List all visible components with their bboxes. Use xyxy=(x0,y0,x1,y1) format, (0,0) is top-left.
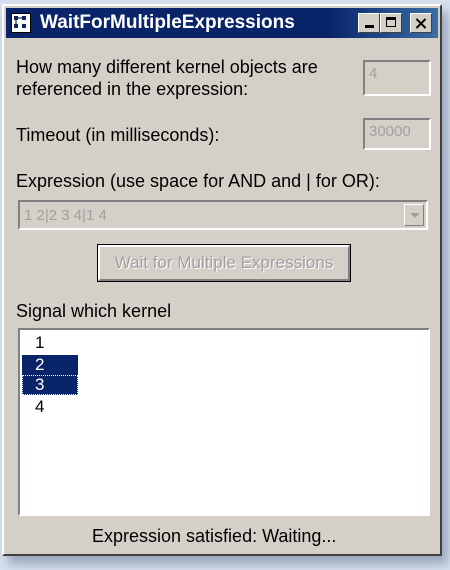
expression-combobox[interactable]: 1 2|2 3 4|1 4 xyxy=(18,200,428,230)
signal-kernel-listbox[interactable]: 1 2 3 4 xyxy=(18,328,430,516)
expression-label: Expression (use space for AND and | for … xyxy=(16,171,380,191)
kernel-count-field[interactable]: 4 xyxy=(363,60,431,96)
maximize-button[interactable] xyxy=(380,13,402,33)
dialog-window: WaitForMultipleExpressions How many diff… xyxy=(2,4,442,556)
window-title: WaitForMultipleExpressions xyxy=(40,12,295,33)
timeout-field[interactable]: 30000 xyxy=(363,118,431,150)
list-item[interactable]: 2 xyxy=(22,355,78,375)
list-item[interactable]: 3 xyxy=(22,375,78,395)
timeout-label: Timeout (in milliseconds): xyxy=(16,125,220,145)
minimize-button[interactable] xyxy=(358,13,380,33)
chevron-down-icon[interactable] xyxy=(404,204,424,226)
app-icon xyxy=(11,13,31,33)
title-bar[interactable]: WaitForMultipleExpressions xyxy=(6,8,438,38)
list-item[interactable]: 1 xyxy=(22,333,78,353)
wait-for-multiple-expressions-button[interactable]: Wait for Multiple Expressions xyxy=(97,244,351,282)
kernel-count-label-line1: How many different kernel objects are xyxy=(16,57,318,77)
list-item[interactable]: 4 xyxy=(22,397,78,417)
close-button[interactable] xyxy=(410,13,432,33)
signal-label: Signal which kernel xyxy=(16,301,172,321)
wait-button-label: Wait for Multiple Expressions xyxy=(114,253,334,272)
kernel-count-label-line2: referenced in the expression: xyxy=(16,79,249,99)
expression-value: 1 2|2 3 4|1 4 xyxy=(24,207,107,224)
status-text: Expression satisfied: Waiting... xyxy=(92,526,337,546)
